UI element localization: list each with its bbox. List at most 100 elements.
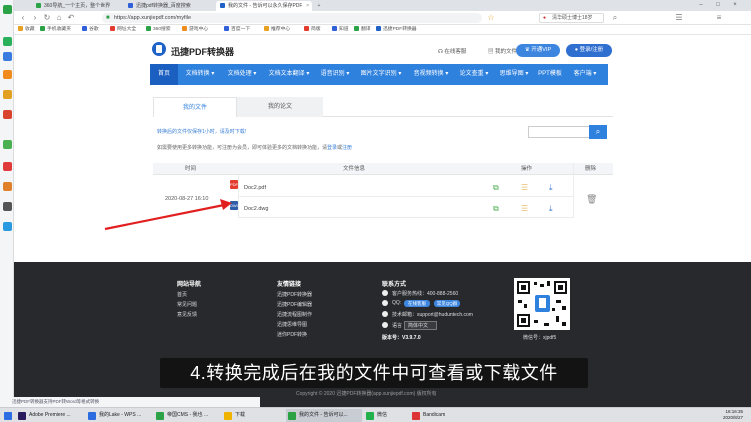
nav-home[interactable]: 首页 [150,64,178,85]
footer-link[interactable]: 迅捷PDF转换器 [277,291,312,298]
browser-logo-icon[interactable] [3,5,12,14]
open-icon[interactable]: ⧉ [493,204,499,213]
nav-doc-translate[interactable]: 文档文本翻译 ▾ [264,64,314,85]
sidebar-app-icon[interactable] [3,202,12,211]
system-clock[interactable]: 16:16:35 2020/8/27 [723,409,743,421]
star-icon[interactable]: ☆ [486,13,496,23]
footer-link[interactable]: 迅捷思维导图 [277,321,307,328]
taskbar-item[interactable]: 帝国CMS - 我也 ... [154,409,220,422]
bookmark-icon [110,26,115,31]
language-select[interactable]: 简体中文 [404,321,438,330]
bookmark-item[interactable]: 迅捷PDF转换器 [376,25,417,35]
bookmark-item[interactable]: 谷歌 [82,25,99,35]
tab-my-papers[interactable]: 我的论文 [237,97,323,117]
footer-link[interactable]: 首页 [177,291,187,298]
bookmark-item[interactable]: 知道 [332,25,349,35]
bookmark-item[interactable]: 360搜索 [146,25,171,35]
taskbar-item[interactable]: 微信 [364,409,404,422]
convert-icon[interactable]: ☰ [521,204,528,213]
nav-doc-convert[interactable]: 文档转换 ▾ [180,64,220,85]
nav-ppt-template[interactable]: PPT模板 [536,64,564,85]
close-tab-icon[interactable]: × [306,1,309,11]
download-icon[interactable]: ⤓ [549,183,553,192]
home-icon[interactable]: ⌂ [54,13,64,23]
taskbar-item-active[interactable]: 我的文件 - 告诉可以... [286,409,362,422]
qq-service-button[interactable]: 在线客服 [404,300,430,307]
bookmark-icon [18,26,23,31]
footer-link[interactable]: 意见反馈 [177,311,197,318]
my-files-link[interactable]: ▤ 我的文件 [488,47,517,55]
sidebar-app-icon[interactable] [3,162,12,171]
bookmark-item[interactable]: 翻译 [354,25,371,35]
browser-tab[interactable]: 360导航_一个主页，整个世界 [32,1,120,11]
bookmark-item[interactable]: 游戏中心 [182,25,208,35]
bookmark-item[interactable]: 收藏 [18,25,35,35]
footer-link[interactable]: 常见问题 [177,301,197,308]
sidebar-app-icon[interactable] [3,52,12,61]
nav-paper-check[interactable]: 论文查重 ▾ [454,64,494,85]
site-logo-text[interactable]: 迅捷PDF转换器 [171,45,234,58]
nav-image-ocr[interactable]: 图片文字识别 ▾ [356,64,406,85]
close-window-icon[interactable]: × [728,0,742,10]
browser-tab-active[interactable]: 我的文件 - 告诉可以永久保存PDF × [216,1,312,11]
footer-link[interactable]: 迷你PDF转换 [277,331,307,338]
new-tab-button[interactable]: + [314,1,324,11]
site-logo-icon[interactable] [152,42,166,56]
file-search-input[interactable] [528,126,590,138]
taskbar-item[interactable]: Bandicam [410,409,466,422]
register-link[interactable]: 注册 [342,145,352,151]
login-link[interactable]: 登录 [327,145,337,151]
bookmark-item[interactable]: 手机收藏夹 [40,25,71,35]
browser-search-input[interactable]: ● 清华硕士博士18岁 [539,13,604,23]
bookmark-item[interactable]: 推荐中心 [264,25,290,35]
nav-doc-process[interactable]: 文档处理 ▾ [222,64,262,85]
sidebar-app-icon[interactable] [3,37,12,46]
bookmark-item[interactable]: 网址大全 [110,25,136,35]
undo-icon[interactable]: ↶ [66,13,76,23]
download-icon[interactable]: ⤓ [549,204,553,213]
sidebar-app-icon[interactable] [3,110,12,119]
nav-voice-recognition[interactable]: 语音识别 ▾ [316,64,354,85]
phone-icon [382,290,388,296]
login-button[interactable]: ● 登录/注册 [566,44,612,57]
online-service-link[interactable]: ☊ 在线客服 [438,47,466,55]
tab-my-files[interactable]: 我的文件 [153,97,237,117]
footer-link[interactable]: 迅捷PDF编辑器 [277,301,312,308]
bookmark-item[interactable]: 百度一下 [224,25,250,35]
menu-icon[interactable]: ≡ [714,13,724,23]
taskbar-item[interactable]: Adobe Premiere ... [16,409,84,422]
taskbar-item[interactable]: 我的Lake - WPS ... [86,409,152,422]
sidebar-app-icon[interactable] [3,70,12,79]
back-icon[interactable]: ‹ [18,13,28,23]
sidebar-app-icon[interactable] [3,222,12,231]
nav-mind-map[interactable]: 思维导图 ▾ [494,64,534,85]
nav-client[interactable]: 客户端 ▾ [566,64,604,85]
trash-icon[interactable]: 🗑 [586,194,597,205]
site-header: 迅捷PDF转换器 ☊ 在线客服 ▤ 我的文件 ♛ 开通VIP ● 登录/注册 [14,36,751,64]
taskbar-label: 下载 [235,412,246,418]
start-icon[interactable] [4,409,12,422]
bookmark-item[interactable]: 简版 [304,25,321,35]
minimize-icon[interactable]: – [694,0,708,10]
sidebar-app-icon[interactable] [3,182,12,191]
footer-link[interactable]: 迅捷流程图制作 [277,311,312,318]
url-field[interactable]: ■ https://app.xunjiepdf.com/myfile [102,13,482,23]
nav-av-convert[interactable]: 音视频转换 ▾ [408,64,454,85]
extension-icon[interactable]: ☰ [674,13,684,23]
sidebar-app-icon[interactable] [3,140,12,149]
taskbar-item[interactable]: 下载 [222,409,268,422]
browser-tab[interactable]: 迅捷pdf转换器_百度搜索 [124,1,212,11]
vip-button[interactable]: ♛ 开通VIP [516,44,560,57]
forward-icon[interactable]: › [30,13,40,23]
qq-icon [382,300,388,306]
file-name: Doc2.dwg [244,206,269,212]
open-icon[interactable]: ⧉ [493,183,499,192]
browser-status-bar: 迅捷PDF转换器支持PDF转Word等格式转换 [0,397,260,407]
sidebar-app-icon[interactable] [3,90,12,99]
file-search-button[interactable]: ⌕ [589,125,607,139]
convert-icon[interactable]: ☰ [521,183,528,192]
refresh-icon[interactable]: ↻ [42,13,52,23]
maximize-icon[interactable]: □ [711,0,725,10]
qq-group-button[interactable]: 常见QQ群 [434,300,460,307]
search-icon[interactable]: ⌕ [610,13,620,23]
